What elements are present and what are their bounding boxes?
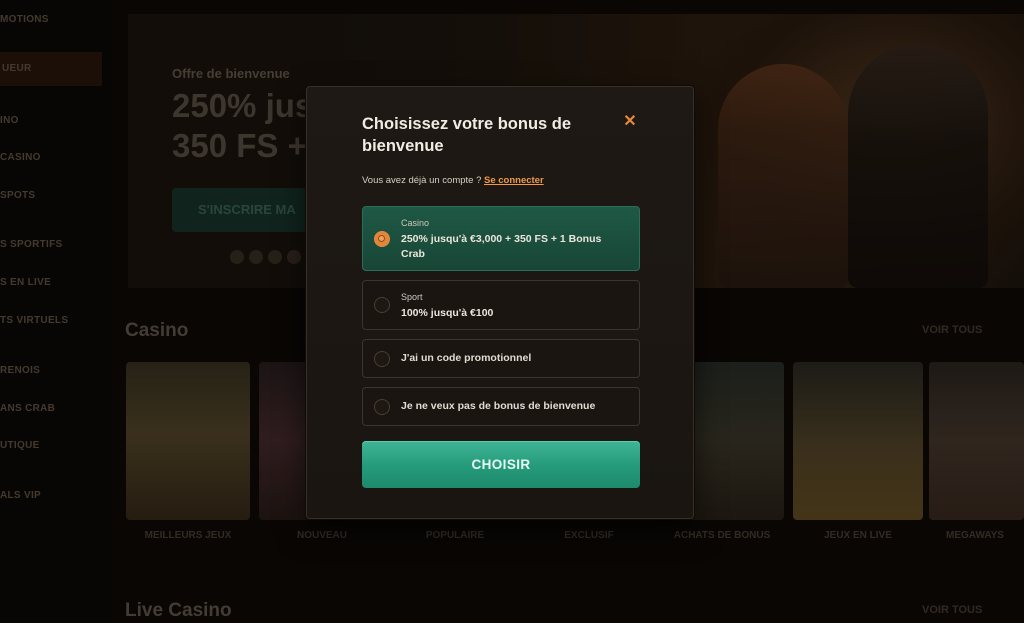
option-text: 250% jusqu'à €3,000 + 350 FS + 1 Bonus C… xyxy=(401,233,602,260)
option-kicker: Sport xyxy=(401,292,423,302)
radio-unselected[interactable] xyxy=(374,399,390,415)
option-text: J'ai un code promotionnel xyxy=(401,352,532,364)
login-link[interactable]: Se connecter xyxy=(484,175,544,186)
choose-button[interactable]: CHOISIR xyxy=(362,441,640,488)
modal-title: Choisissez votre bonus de bienvenue xyxy=(362,115,572,155)
radio-selected[interactable] xyxy=(374,231,390,247)
radio-unselected[interactable] xyxy=(374,351,390,367)
option-text: Je ne veux pas de bonus de bienvenue xyxy=(401,400,596,412)
welcome-bonus-modal: Choisissez votre bonus de bienvenue ✕ Vo… xyxy=(306,86,694,519)
bonus-option-sport[interactable]: Sport 100% jusqu'à €100 xyxy=(362,280,640,330)
bonus-option-casino[interactable]: Casino 250% jusqu'à €3,000 + 350 FS + 1 … xyxy=(362,206,640,271)
close-icon[interactable]: ✕ xyxy=(623,114,637,130)
login-prompt-text: Vous avez déjà un compte ? xyxy=(362,175,482,186)
option-kicker: Casino xyxy=(401,218,430,228)
radio-unselected[interactable] xyxy=(374,297,390,313)
option-text: 100% jusqu'à €100 xyxy=(401,307,494,319)
bonus-option-promo-code[interactable]: J'ai un code promotionnel xyxy=(362,339,640,378)
bonus-option-no-bonus[interactable]: Je ne veux pas de bonus de bienvenue xyxy=(362,387,640,426)
login-prompt: Vous avez déjà un compte ? Se connecter xyxy=(362,175,544,186)
